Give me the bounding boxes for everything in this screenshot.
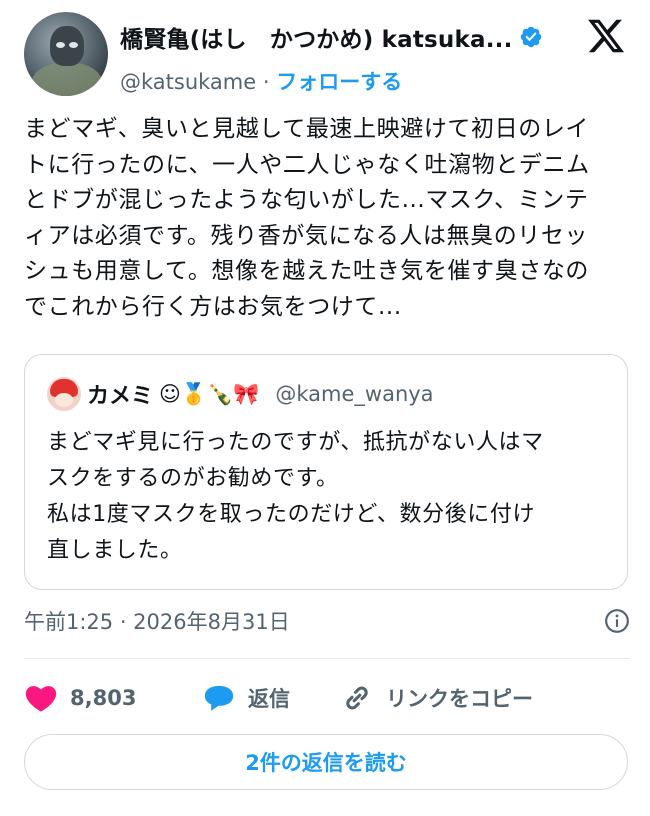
tweet-line: とドブが混じったような匂いがした...マスク、ミンテ xyxy=(24,187,589,213)
heart-icon xyxy=(25,686,57,712)
link-icon xyxy=(346,686,368,710)
quoted-author-name: カメミ xyxy=(87,384,154,409)
reply-button[interactable]: 返信 xyxy=(202,676,290,720)
tweet-line: でこれから行く方はお気をつけて... xyxy=(24,293,402,320)
tweet-line: トに行ったのに、一人や二人じゃなく吐瀉物とデニム xyxy=(24,151,590,178)
read-replies-button[interactable]: 2件の返信を読む xyxy=(24,734,628,790)
like-button[interactable]: 8,803 xyxy=(24,676,136,720)
x-logo-icon[interactable] xyxy=(586,16,626,56)
separator-dot: · xyxy=(262,70,270,94)
quoted-tweet-header: カメミ ☺🥇🍾🎀 @kame_wanya xyxy=(47,377,434,411)
quoted-line: 私は1度マスクを取ったのだけど、数分後に付け xyxy=(47,502,536,527)
author-name-row[interactable]: 橋賢亀(はし かつかめ) katsuka... xyxy=(120,20,543,54)
info-icon[interactable] xyxy=(604,608,630,634)
quoted-author-avatar xyxy=(47,377,81,411)
quoted-author-emojis: ☺🥇🍾🎀 xyxy=(159,381,260,406)
tweet-text: まどマギ、臭いと見越して最速上映避けて初日のレイ トに行ったのに、一人や二人じゃ… xyxy=(24,112,630,325)
quoted-author-handle: @kame_wanya xyxy=(275,382,434,406)
tweet-timestamp[interactable]: 午前1:25 · 2026年8月31日 xyxy=(24,606,290,636)
action-bar: 8,803 返信 リンクをコピー xyxy=(24,676,630,720)
tweet-line: ィアは必須です。残り香が気になる人は無臭のリセッ xyxy=(24,222,589,249)
author-handle[interactable]: @katsukame xyxy=(120,70,256,94)
quoted-line: 直しました。 xyxy=(47,538,183,563)
copy-link-button[interactable]: リンクをコピー xyxy=(340,676,533,720)
copy-link-label: リンクをコピー xyxy=(386,687,533,711)
divider xyxy=(24,658,630,659)
verified-badge-icon xyxy=(520,26,541,48)
tweet-line: シュも用意して。想像を越えた吐き気を催す臭さなの xyxy=(24,258,590,284)
follow-button[interactable]: フォローする xyxy=(276,70,402,94)
like-count: 8,803 xyxy=(70,686,137,710)
author-name[interactable]: 橋賢亀(はし かつかめ) katsuka... xyxy=(120,20,513,54)
quoted-line: まどマギ見に行ったのですが、抵抗がない人はマ xyxy=(47,430,544,455)
read-replies-label: 2件の返信を読む xyxy=(245,751,407,775)
author-avatar[interactable] xyxy=(24,12,108,96)
reply-bubble-icon xyxy=(204,685,234,711)
quoted-tweet[interactable]: カメミ ☺🥇🍾🎀 @kame_wanya まどマギ見に行ったのですが、抵抗がない… xyxy=(24,354,628,590)
author-handle-row: @katsukame · フォローする xyxy=(120,66,402,96)
reply-label: 返信 xyxy=(248,687,290,711)
tweet-header: 橋賢亀(はし かつかめ) katsuka... @katsukame · フォロ… xyxy=(24,10,634,96)
quoted-tweet-text: まどマギ見に行ったのですが、抵抗がない人はマ スクをするのがお勧めです。 私は1… xyxy=(47,425,607,569)
quoted-line: スクをするのがお勧めです。 xyxy=(47,466,339,491)
tweet-line: まどマギ、臭いと見越して最速上映避けて初日のレイ xyxy=(24,116,590,142)
